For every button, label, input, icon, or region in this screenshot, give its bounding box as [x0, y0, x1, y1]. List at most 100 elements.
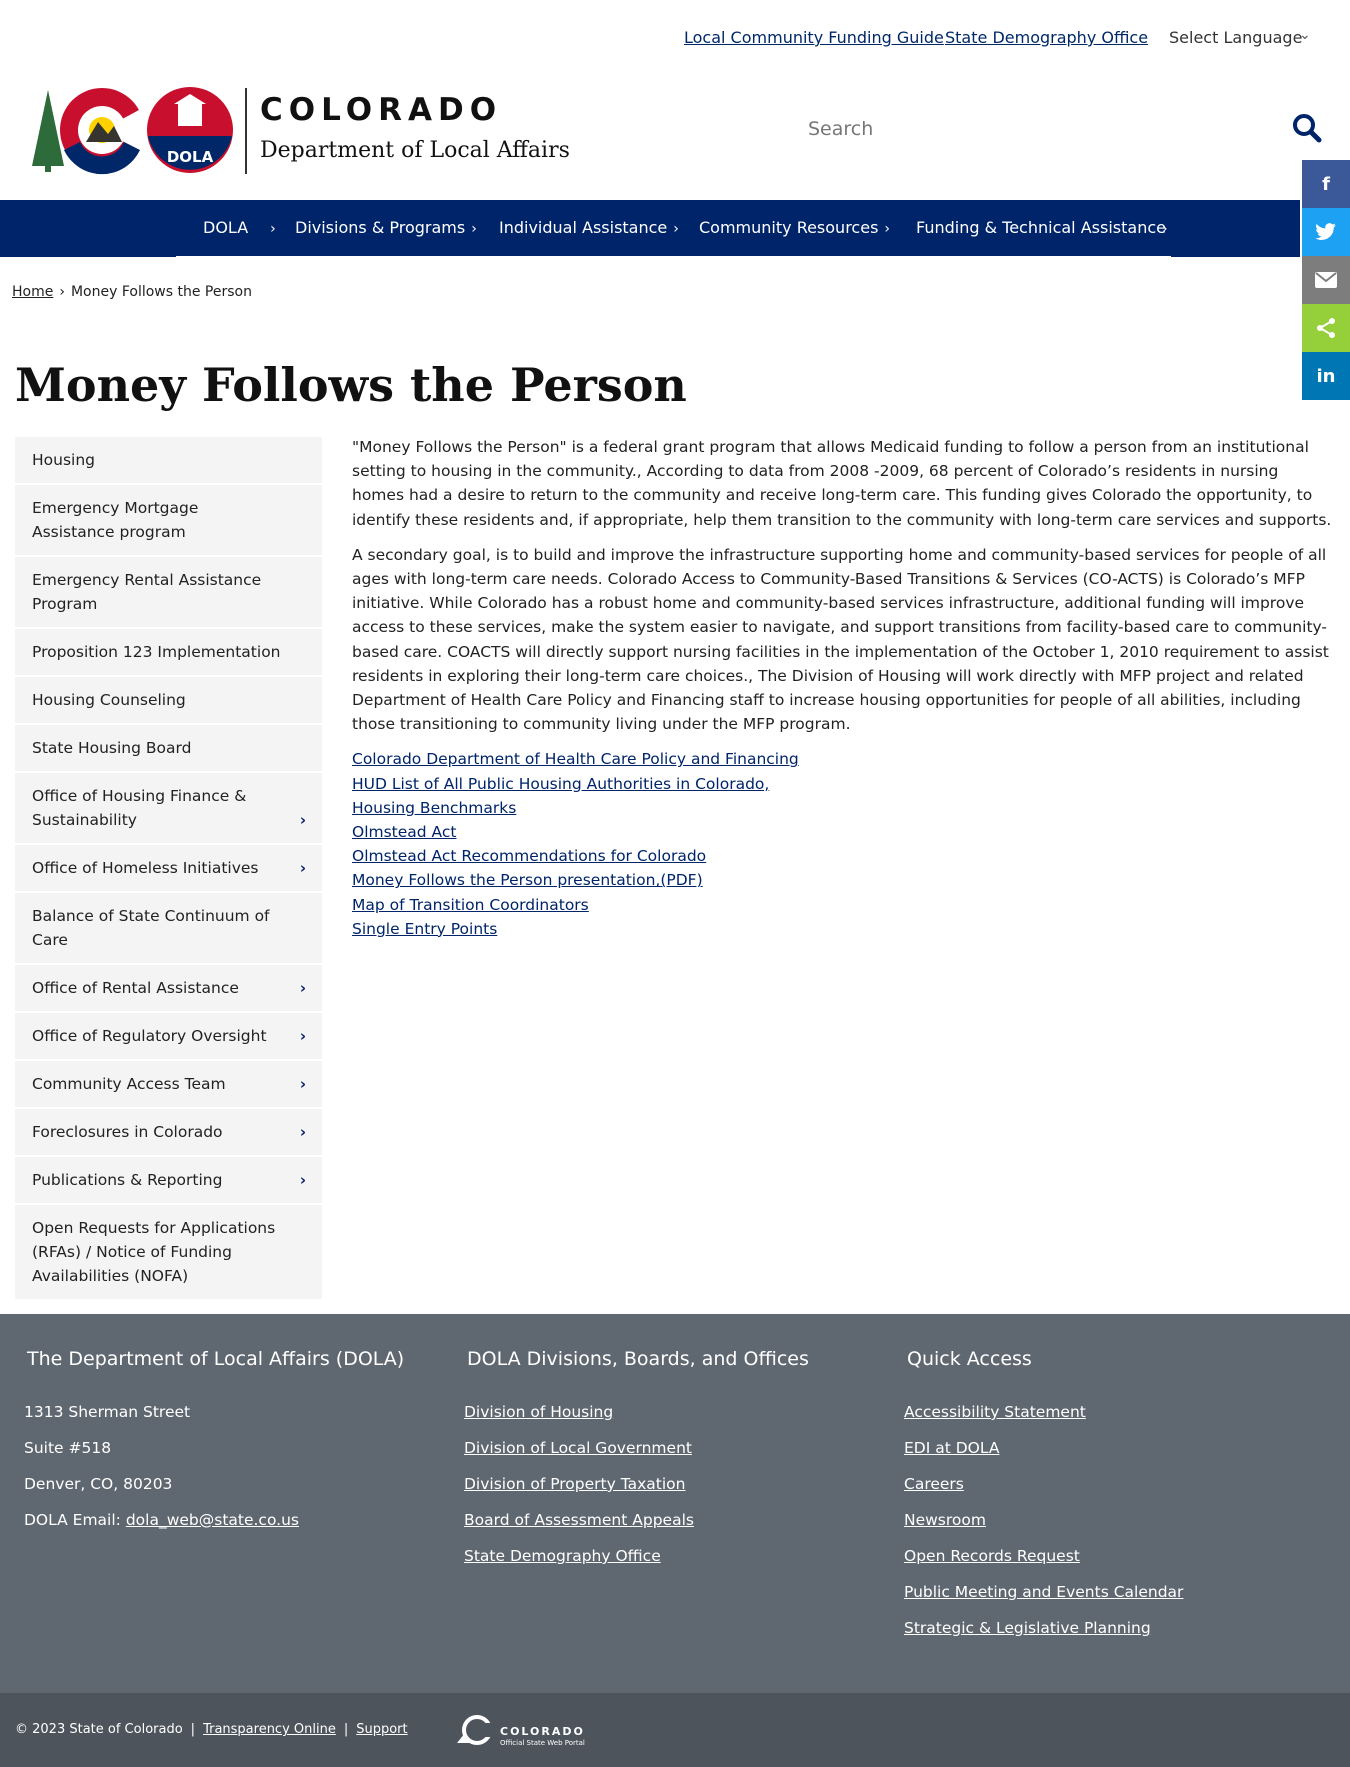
portal-subtitle: Official State Web Portal: [500, 1739, 585, 1747]
language-select-label: Select Language: [1169, 28, 1303, 47]
copyright-line: © 2023 State of Colorado | Transparency On…: [15, 1722, 408, 1737]
footer-link[interactable]: State Demography Office: [464, 1547, 661, 1565]
nav-item-label: Individual Assistance: [499, 218, 668, 237]
footer-link[interactable]: Division of Local Government: [464, 1439, 692, 1457]
resource-link[interactable]: Map of Transition Coordinators: [352, 893, 1332, 917]
chevron-right-icon[interactable]: ›: [300, 1072, 306, 1096]
resource-link[interactable]: Money Follows the Person presentation,(P…: [352, 868, 1332, 892]
utility-bar: Local Community Funding Guide State Demo…: [0, 0, 1350, 70]
footer-link[interactable]: Accessibility Statement: [904, 1403, 1086, 1421]
footer-heading: The Department of Local Affairs (DOLA): [27, 1348, 405, 1370]
resource-link[interactable]: Olmstead Act: [352, 820, 1332, 844]
footer-column-dola: The Department of Local Affairs (DOLA) 1…: [24, 1348, 404, 1538]
sidebar-item-label: Emergency Mortgage Assistance program: [32, 499, 199, 541]
resource-link[interactable]: Colorado Department of Health Care Polic…: [352, 747, 1332, 771]
colorado-portal-logo[interactable]: COLORADO Official State Web Portal: [455, 1715, 585, 1749]
footer-link[interactable]: EDI at DOLA: [904, 1439, 999, 1457]
main-nav-inner: DOLA › Divisions & Programs › Individual A…: [176, 200, 1171, 257]
footer-link[interactable]: Open Records Request: [904, 1547, 1080, 1565]
nav-item-label: DOLA: [203, 218, 249, 237]
share-email-button[interactable]: [1302, 256, 1350, 304]
footer-link[interactable]: Newsroom: [904, 1511, 986, 1529]
nav-item-divisions-programs[interactable]: Divisions & Programs ›: [295, 218, 477, 237]
resource-link[interactable]: HUD List of All Public Housing Authoriti…: [352, 772, 1332, 796]
sidebar-item-label: Publications & Reporting: [32, 1171, 223, 1189]
footer-link[interactable]: Public Meeting and Events Calendar: [904, 1583, 1183, 1601]
site-footer: The Department of Local Affairs (DOLA) 1…: [0, 1314, 1350, 1693]
nav-item-community-resources[interactable]: Community Resources ›: [699, 218, 890, 237]
sidebar-item-label: Office of Homeless Initiatives: [32, 859, 259, 877]
sidebar-item-publications-reporting[interactable]: Publications & Reporting ›: [15, 1157, 322, 1205]
nav-item-funding-technical-assistance[interactable]: Funding & Technical Assistance›: [916, 218, 1168, 237]
sidebar-item-label: Emergency Rental Assistance Program: [32, 571, 262, 613]
intro-paragraph: "Money Follows the Person" is a federal …: [352, 438, 1332, 529]
chevron-right-icon[interactable]: ›: [300, 976, 306, 1000]
local-community-funding-guide-link[interactable]: Local Community Funding Guide: [684, 28, 944, 47]
language-select[interactable]: Select Language ⌄: [1169, 27, 1311, 47]
sidebar-item-label: Foreclosures in Colorado: [32, 1123, 223, 1141]
sidebar-item-regulatory-oversight[interactable]: Office of Regulatory Oversight ›: [15, 1013, 322, 1061]
sidebar-item-open-requests[interactable]: Open Requests for Applications (RFAs) / …: [15, 1205, 322, 1301]
footer-heading: DOLA Divisions, Boards, and Offices: [467, 1348, 809, 1370]
facebook-icon: f: [1322, 173, 1330, 195]
sidebar-item-state-housing-board[interactable]: State Housing Board: [15, 725, 322, 773]
footer-link[interactable]: Division of Property Taxation: [464, 1475, 685, 1493]
nav-item-label: Funding & Technical Assistance: [916, 218, 1166, 237]
resource-link[interactable]: Single Entry Points: [352, 917, 1332, 941]
breadcrumb-home-link[interactable]: Home: [12, 284, 53, 300]
secondary-paragraph: A secondary goal, is to build and improv…: [352, 545, 1329, 734]
resource-link[interactable]: Olmstead Act Recommendations for Colorad…: [352, 844, 1332, 868]
sidebar-item-rental-assistance[interactable]: Office of Rental Assistance ›: [15, 965, 322, 1013]
footer-heading: Quick Access: [907, 1348, 1032, 1370]
breadcrumb: Home › Money Follows the Person: [12, 284, 252, 300]
logo-department-title: Department of Local Affairs: [260, 138, 570, 163]
sidebar-item-emergency-rental-assistance[interactable]: Emergency Rental Assistance Program: [15, 557, 322, 629]
sidebar-item-foreclosures[interactable]: Foreclosures in Colorado ›: [15, 1109, 322, 1157]
sidebar-item-community-access-team[interactable]: Community Access Team ›: [15, 1061, 322, 1109]
footer-link[interactable]: Strategic & Legislative Planning: [904, 1619, 1151, 1637]
footer-address-line: Suite #518: [24, 1439, 112, 1457]
sidebar-item-balance-of-state[interactable]: Balance of State Continuum of Care: [15, 893, 322, 965]
nav-item-dola[interactable]: DOLA ›: [203, 218, 276, 237]
state-demography-office-link[interactable]: State Demography Office: [945, 28, 1148, 47]
sidebar-item-homeless-initiatives[interactable]: Office of Homeless Initiatives ›: [15, 845, 322, 893]
sidebar-item-label: Housing Counseling: [32, 691, 186, 709]
sidebar-item-housing[interactable]: Housing: [15, 437, 322, 485]
email-icon: [1315, 272, 1337, 288]
footer-column-divisions: DOLA Divisions, Boards, and Offices Divi…: [464, 1348, 809, 1574]
footer-link[interactable]: Careers: [904, 1475, 964, 1493]
footer-link[interactable]: Division of Housing: [464, 1403, 613, 1421]
sidebar-item-proposition-123[interactable]: Proposition 123 Implementation: [15, 629, 322, 677]
chevron-right-icon: ›: [471, 221, 477, 237]
chevron-right-icon[interactable]: ›: [300, 808, 306, 832]
share-sharethis-button[interactable]: [1302, 304, 1350, 352]
transparency-online-link[interactable]: Transparency Online: [203, 1722, 336, 1737]
share-facebook-button[interactable]: f: [1302, 160, 1350, 208]
portal-title: COLORADO: [500, 1725, 585, 1738]
support-link[interactable]: Support: [356, 1722, 407, 1737]
sidebar-item-emergency-mortgage-assistance[interactable]: Emergency Mortgage Assistance program: [15, 485, 322, 557]
chevron-right-icon[interactable]: ›: [300, 1024, 306, 1048]
search-icon[interactable]: [1292, 113, 1322, 143]
sidebar-item-label: Housing: [32, 451, 96, 469]
sidebar-item-housing-counseling[interactable]: Housing Counseling: [15, 677, 322, 725]
chevron-right-icon: ›: [673, 221, 679, 237]
sidebar-item-label: Office of Regulatory Oversight: [32, 1027, 267, 1045]
share-linkedin-button[interactable]: in: [1302, 352, 1350, 400]
site-logo[interactable]: DOLA COLORADO Department of Local Affair…: [28, 84, 588, 180]
nav-item-label: Community Resources: [699, 218, 879, 237]
chevron-right-icon[interactable]: ›: [300, 1168, 306, 1192]
search-input[interactable]: [808, 104, 1308, 154]
share-icon: [1317, 318, 1335, 338]
chevron-right-icon: ›: [270, 221, 276, 237]
chevron-right-icon[interactable]: ›: [300, 1120, 306, 1144]
nav-item-individual-assistance[interactable]: Individual Assistance ›: [499, 218, 679, 237]
footer-email-link[interactable]: dola_web@state.co.us: [126, 1511, 299, 1529]
footer-link[interactable]: Board of Assessment Appeals: [464, 1511, 694, 1529]
share-twitter-button[interactable]: [1302, 208, 1350, 256]
resource-link[interactable]: Housing Benchmarks: [352, 796, 1332, 820]
colorado-dola-logo-icon: DOLA: [32, 87, 233, 175]
chevron-right-icon[interactable]: ›: [300, 856, 306, 880]
sidebar-item-housing-finance-sustainability[interactable]: Office of Housing Finance & Sustainabili…: [15, 773, 322, 845]
nav-item-label: Divisions & Programs: [295, 218, 466, 237]
